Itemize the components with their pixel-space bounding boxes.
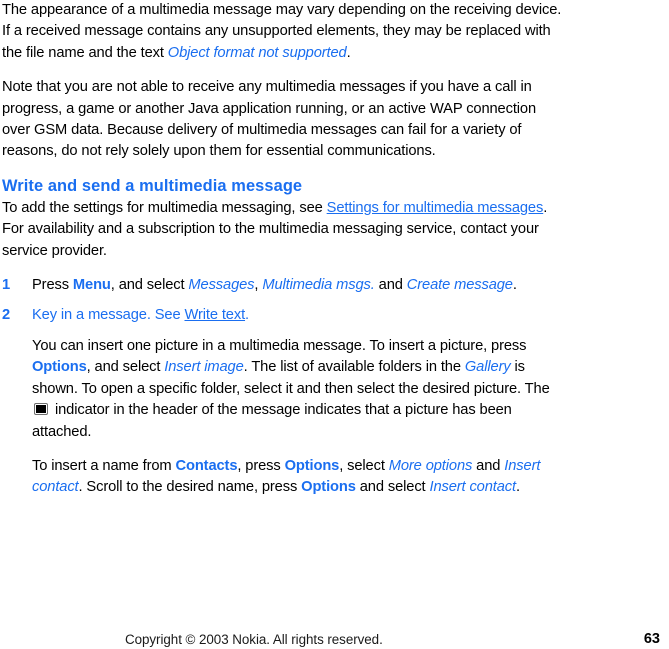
numbered-steps-list: 1 Press Menu, and select Messages, Multim… [2, 275, 562, 327]
insert-contact-text-6: and select [355, 479, 430, 496]
step1-item-multimedia-msgs: Multimedia msgs. [262, 277, 375, 294]
insert-contact-text-4: and [472, 457, 505, 474]
step2-text-1: Key in a message. See [32, 307, 185, 324]
insert-contact-text-3: , select [339, 457, 389, 474]
step-number: 2 [2, 307, 11, 324]
paragraph-intro: The appearance of a multimedia message m… [2, 0, 562, 64]
paragraph-note: Note that you are not able to receive an… [2, 79, 537, 160]
intro-text-part2: . [346, 44, 351, 61]
insert-contact-text-7: . [515, 479, 520, 496]
insert-contact-text-5: . Scroll to the desired name, press [78, 479, 302, 496]
list-item: 2 Key in a message. See Write text. [2, 305, 562, 326]
insert-contact-text-2: , press [237, 457, 285, 474]
step2-text-2: . [245, 307, 250, 324]
link-write-text[interactable]: Write text [184, 307, 245, 323]
picture-attached-indicator-icon [34, 403, 48, 416]
step1-key-menu: Menu [72, 277, 111, 294]
step-number: 1 [2, 277, 11, 294]
insert-picture-text-3: . The list of available folders in the [243, 359, 465, 376]
page-number: 63 [643, 631, 660, 647]
intro-emphasis: Object format not supported [167, 44, 347, 61]
insert-contact-key-contacts: Contacts [175, 457, 238, 474]
step1-text-1: Press [32, 277, 73, 294]
list-item: 1 Press Menu, and select Messages, Multim… [2, 275, 562, 296]
insert-contact-key-options-1: Options [284, 457, 340, 474]
step1-item-messages: Messages [188, 277, 255, 294]
page-content: The appearance of a multimedia message m… [2, 0, 562, 512]
step1-item-create-message: Create message [406, 277, 513, 294]
step1-text-4: and [374, 277, 407, 294]
link-settings-for-multimedia-messages[interactable]: Settings for multimedia messages [327, 200, 544, 216]
page-footer: Copyright © 2003 Nokia. All rights reser… [0, 630, 669, 649]
insert-contact-item-insert-contact-2: Insert contact [429, 479, 516, 496]
step1-text-2: , and select [110, 277, 189, 294]
lead-text-part1: To add the settings for multimedia messa… [2, 199, 327, 216]
insert-picture-text-2: , and select [86, 359, 165, 376]
insert-picture-text-1: You can insert one picture in a multimed… [32, 337, 527, 354]
paragraph-insert-picture: You can insert one picture in a multimed… [32, 336, 562, 443]
insert-contact-text-1: To insert a name from [32, 457, 176, 474]
insert-picture-key-options: Options [32, 359, 87, 376]
picture-indicator-fill [36, 405, 46, 414]
insert-contact-item-more-options: More options [388, 457, 473, 474]
insert-contact-key-options-2: Options [301, 479, 356, 496]
insert-picture-text-5: indicator in the header of the message i… [32, 402, 512, 440]
document-page: The appearance of a multimedia message m… [0, 0, 669, 649]
paragraph-section-lead: To add the settings for multimedia messa… [2, 198, 562, 262]
insert-picture-item-insert-image: Insert image [164, 359, 244, 376]
step1-text-5: . [512, 277, 517, 294]
insert-picture-item-gallery: Gallery [464, 359, 511, 376]
paragraph-insert-contact: To insert a name from Contacts, press Op… [32, 456, 562, 499]
section-heading: Write and send a multimedia message [2, 176, 303, 195]
copyright-notice: Copyright © 2003 Nokia. All rights reser… [125, 632, 383, 647]
